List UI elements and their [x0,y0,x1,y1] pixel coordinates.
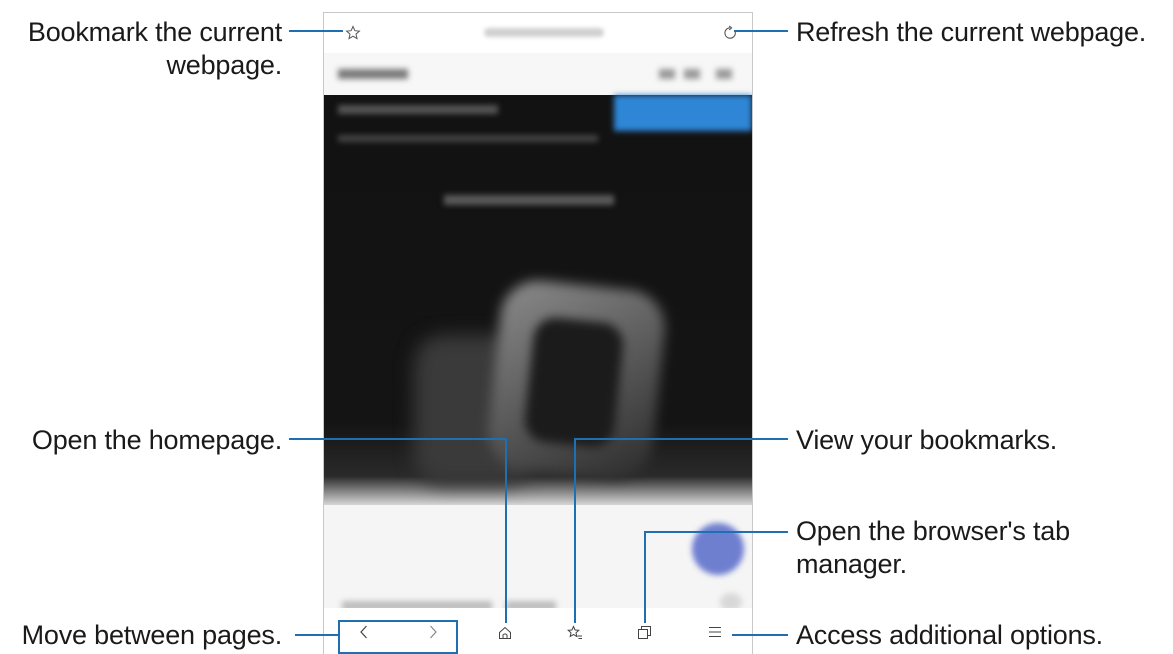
move-pages-callout: Move between pages. [21,620,283,650]
bookmark-leader-line [289,30,343,32]
homepage-leader-line [289,438,507,440]
move-pages-leader-line [295,634,339,636]
menu-icon[interactable] [708,626,722,638]
refresh-leader-line [734,30,788,32]
homepage-callout: Open the homepage. [31,425,282,455]
hero-banner [324,95,752,505]
webpage-content [324,53,752,611]
refresh-callout: Refresh the current webpage. [796,17,1147,47]
refresh-icon[interactable] [722,25,738,41]
site-banner [614,95,752,131]
bookmarks-icon[interactable] [567,625,583,641]
bookmark-callout-line1: Bookmark the current [27,17,282,47]
options-leader-line [732,634,788,636]
content-area [324,505,752,611]
tab-manager-callout-line2: manager. [796,549,907,579]
tabs-icon[interactable] [637,625,652,640]
browser-window [323,12,753,654]
navigation-buttons-highlight [338,620,458,654]
star-outline-icon[interactable] [345,25,361,41]
bookmarks-leader-line [574,438,788,440]
top-toolbar [324,13,752,53]
bookmark-callout: Bookmark the current webpage. [28,16,282,82]
site-header [324,53,752,95]
tab-manager-callout: Open the browser's tab manager. [796,515,1070,581]
url-bar[interactable] [484,28,604,37]
tab-manager-callout-line1: Open the browser's tab [796,516,1070,546]
additional-options-callout: Access additional options. [796,620,1103,650]
home-icon[interactable] [498,626,512,640]
tab-manager-leader-line [644,531,788,533]
view-bookmarks-callout: View your bookmarks. [796,425,1058,455]
bookmark-callout-line2: webpage. [166,50,283,80]
